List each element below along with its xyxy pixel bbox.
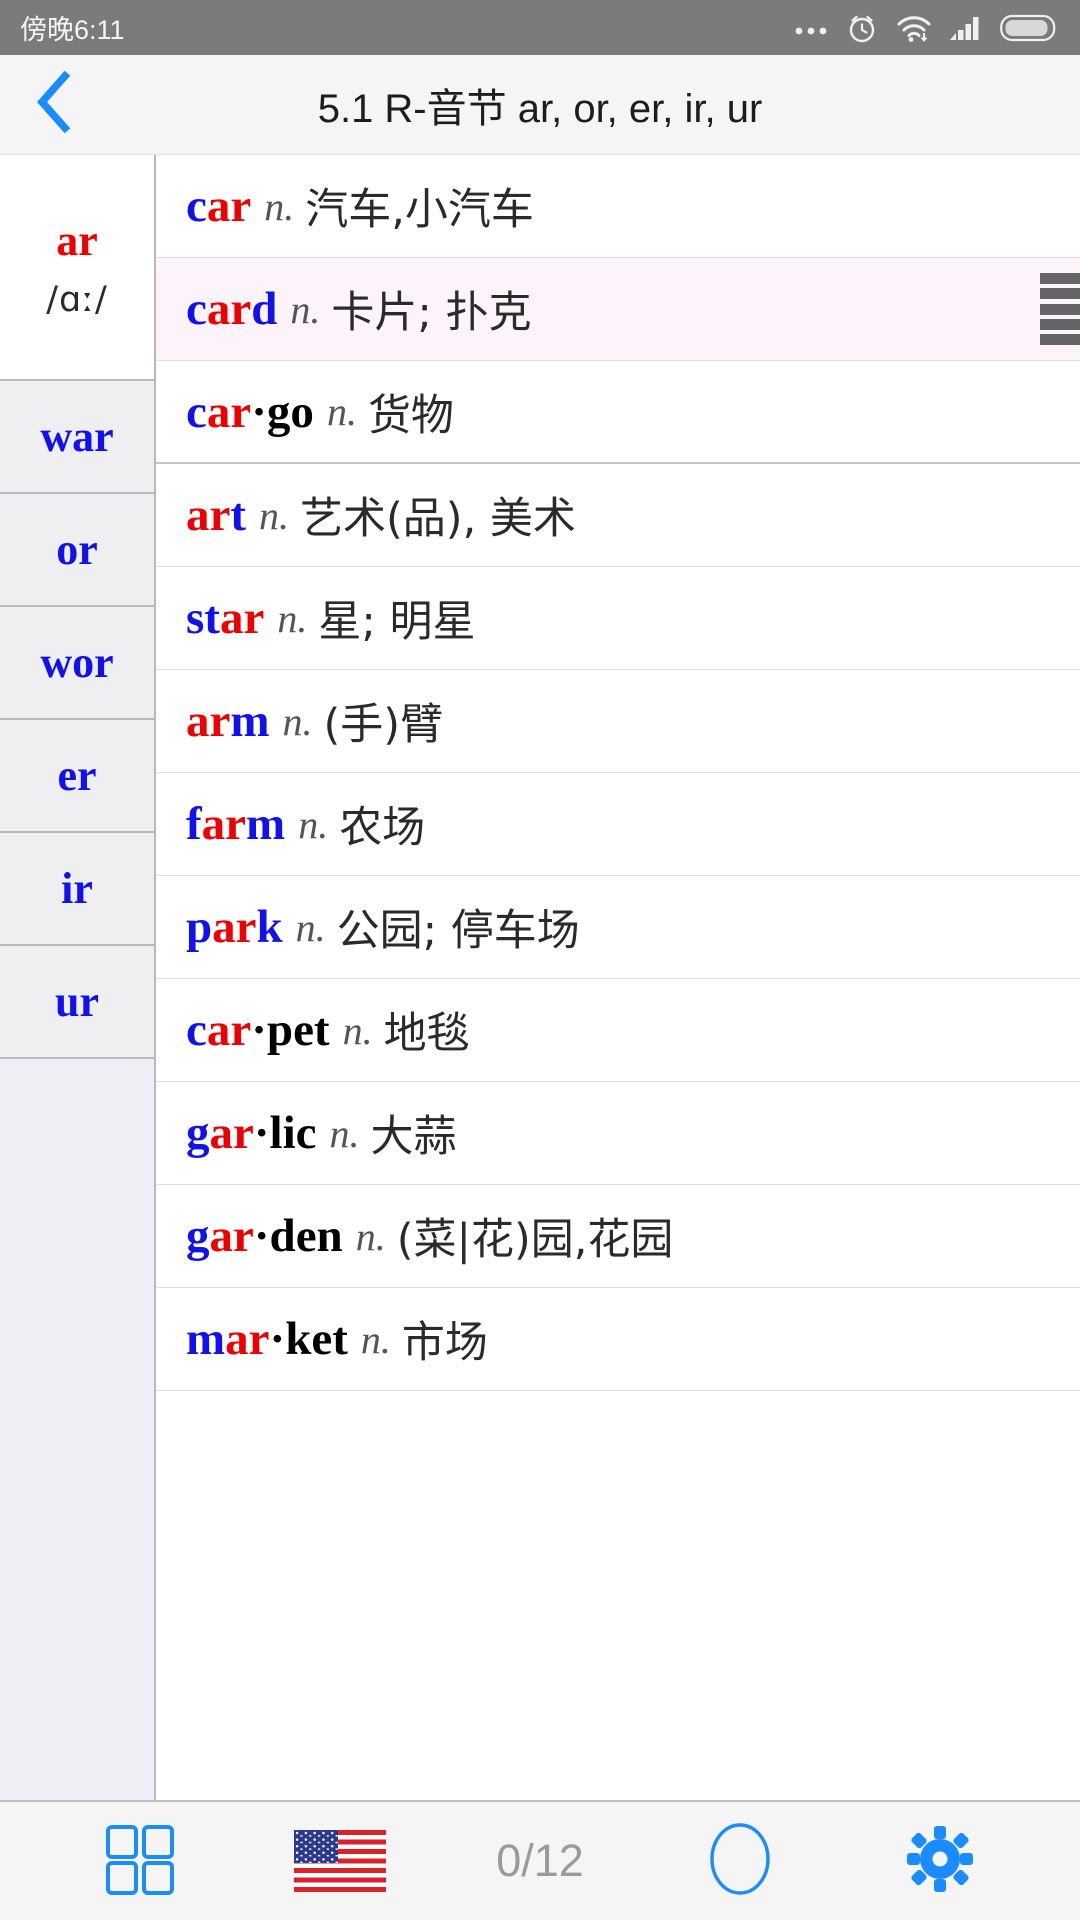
word-meaning: 艺术(品), 美术 (300, 494, 576, 544)
word-meaning: 大蒜 (370, 1112, 457, 1162)
circle-icon (707, 1821, 773, 1902)
word-headword: mar·ket (186, 1313, 348, 1365)
title-bar: 5.1 R-音节 ar, or, er, ir, ur (0, 55, 1080, 155)
sidebar-item-ipa: /ɑː/ (46, 279, 108, 320)
word-part-of-speech: n. (360, 1316, 391, 1362)
syllable-sidebar: ar /ɑː/ war or wor er ir ur (0, 155, 156, 1800)
sidebar-item-er[interactable]: er (0, 720, 154, 833)
word-meaning: (手)臂 (323, 700, 444, 750)
chevron-left-icon (32, 70, 78, 139)
word-headword: star (186, 592, 265, 644)
word-meaning: 市场 (401, 1318, 488, 1368)
sidebar-item-label: er (57, 751, 97, 800)
word-meaning: (菜|花)园,花园 (396, 1215, 674, 1265)
sidebar-item-or[interactable]: or (0, 494, 154, 607)
sidebar-item-label: ar (56, 215, 98, 265)
word-row[interactable]: park n. 公园; 停车场 (156, 876, 1080, 979)
word-part-of-speech: n. (259, 492, 290, 538)
word-row[interactable]: car·pet n. 地毯 (156, 979, 1080, 1082)
more-dots-icon (794, 21, 828, 35)
word-meaning: 卡片; 扑克 (331, 288, 532, 338)
grid-icon (104, 1823, 176, 1900)
wifi-icon (896, 13, 932, 43)
sidebar-item-ur[interactable]: ur (0, 946, 154, 1059)
word-headword: gar·lic (186, 1107, 317, 1159)
sidebar-item-label: war (40, 412, 114, 461)
word-part-of-speech: n. (355, 1213, 386, 1259)
word-headword: arm (186, 695, 270, 747)
page-title: 5.1 R-音节 ar, or, er, ir, ur (317, 86, 763, 131)
word-row[interactable]: car·go n. 货物 (156, 361, 1080, 464)
word-row[interactable]: farm n. 农场 (156, 773, 1080, 876)
sidebar-item-label: ir (61, 864, 93, 913)
word-part-of-speech: n. (342, 1007, 373, 1053)
word-headword: gar·den (186, 1210, 343, 1262)
main-content: ar /ɑː/ war or wor er ir ur car n. 汽车,小汽… (0, 155, 1080, 1800)
word-part-of-speech: n. (290, 286, 321, 332)
word-headword: car (186, 180, 252, 232)
sidebar-item-label: wor (40, 638, 114, 687)
word-part-of-speech: n. (329, 1110, 360, 1156)
word-meaning: 星; 明星 (318, 597, 476, 647)
app-screen: 傍晚6:11 5.1 R-音节 ar, or, er, ir, ur ar /ɑ… (0, 0, 1080, 1920)
drag-handle-icon[interactable] (1040, 273, 1080, 345)
word-row[interactable]: gar·den n. (菜|花)园,花园 (156, 1185, 1080, 1288)
settings-button[interactable] (885, 1825, 995, 1897)
sidebar-item-label: or (56, 525, 98, 574)
word-row[interactable]: star n. 星; 明星 (156, 567, 1080, 670)
word-headword: card (186, 283, 278, 335)
word-part-of-speech: n. (282, 698, 313, 744)
grid-button[interactable] (85, 1823, 195, 1900)
word-part-of-speech: n. (264, 183, 295, 229)
battery-icon (1000, 14, 1058, 42)
alarm-clock-icon (845, 11, 879, 45)
progress-counter: 0/12 (496, 1835, 584, 1886)
word-headword: car·go (186, 385, 314, 438)
bottom-toolbar: 0/12 (0, 1800, 1080, 1920)
word-headword: park (186, 901, 283, 953)
sidebar-item-wor[interactable]: wor (0, 607, 154, 720)
word-row[interactable]: car n. 汽车,小汽车 (156, 155, 1080, 258)
word-meaning: 公园; 停车场 (336, 906, 580, 956)
word-row[interactable]: gar·lic n. 大蒜 (156, 1082, 1080, 1185)
word-part-of-speech: n. (326, 389, 357, 434)
word-meaning: 货物 (367, 390, 454, 441)
word-meaning: 汽车,小汽车 (305, 185, 534, 235)
word-headword: art (186, 489, 247, 541)
sidebar-item-label: ur (55, 977, 99, 1026)
word-row[interactable]: arm n. (手)臂 (156, 670, 1080, 773)
progress-counter-item[interactable]: 0/12 (485, 1835, 595, 1887)
word-part-of-speech: n. (295, 904, 326, 950)
sidebar-filler (0, 1059, 154, 1800)
sidebar-item-war[interactable]: war (0, 381, 154, 494)
status-bar: 傍晚6:11 (0, 0, 1080, 55)
language-button[interactable] (285, 1830, 395, 1892)
signal-icon (949, 14, 983, 42)
sidebar-item-ir[interactable]: ir (0, 833, 154, 946)
us-flag-icon (294, 1830, 386, 1892)
sidebar-item-ar[interactable]: ar /ɑː/ (0, 155, 154, 381)
status-icons (794, 11, 1058, 45)
gear-icon (907, 1825, 973, 1897)
word-headword: farm (186, 798, 286, 850)
word-list: car n. 汽车,小汽车 card n. 卡片; 扑克 car·go n. 货物 art n. 艺术… (156, 155, 1080, 1800)
word-headword: car·pet (186, 1004, 330, 1056)
word-meaning: 农场 (339, 803, 426, 853)
status-time: 傍晚6:11 (20, 15, 125, 45)
word-row[interactable]: card n. 卡片; 扑克 (156, 258, 1080, 361)
word-row[interactable]: art n. 艺术(品), 美术 (156, 464, 1080, 567)
word-row[interactable]: mar·ket n. 市场 (156, 1288, 1080, 1391)
word-meaning: 地毯 (383, 1009, 470, 1059)
word-part-of-speech: n. (277, 595, 308, 641)
record-button[interactable] (685, 1821, 795, 1902)
word-part-of-speech: n. (298, 801, 329, 847)
back-button[interactable] (0, 55, 110, 155)
